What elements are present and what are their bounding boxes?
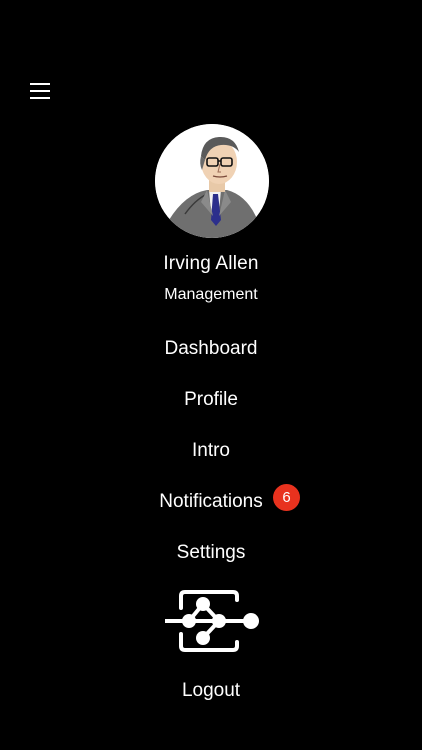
notifications-badge: 6: [273, 484, 300, 511]
nav-item-intro[interactable]: Intro: [0, 436, 422, 466]
nav-item-label: Dashboard: [164, 338, 258, 359]
nav-item-label: Logout: [181, 680, 241, 701]
nav-item-settings[interactable]: Settings: [0, 538, 422, 568]
nav-item-label: Intro: [191, 440, 231, 461]
nav-item-logout[interactable]: Logout: [0, 676, 422, 706]
nav-item-notifications[interactable]: Notifications: [0, 487, 422, 517]
nav-item-dashboard[interactable]: Dashboard: [0, 334, 422, 364]
user-role: Management: [164, 286, 258, 303]
nav-item-label: Settings: [176, 542, 246, 563]
network-logo-icon: [163, 588, 261, 654]
user-name: Irving Allen: [163, 253, 259, 274]
nav-item-label: Notifications: [159, 491, 263, 512]
user-avatar-icon[interactable]: [155, 124, 269, 238]
hamburger-menu-icon[interactable]: [24, 78, 56, 104]
nav-item-label: Profile: [184, 389, 238, 410]
side-menu-screen: Irving Allen Management Dashboard Profil…: [0, 0, 422, 750]
nav-item-profile[interactable]: Profile: [0, 385, 422, 415]
